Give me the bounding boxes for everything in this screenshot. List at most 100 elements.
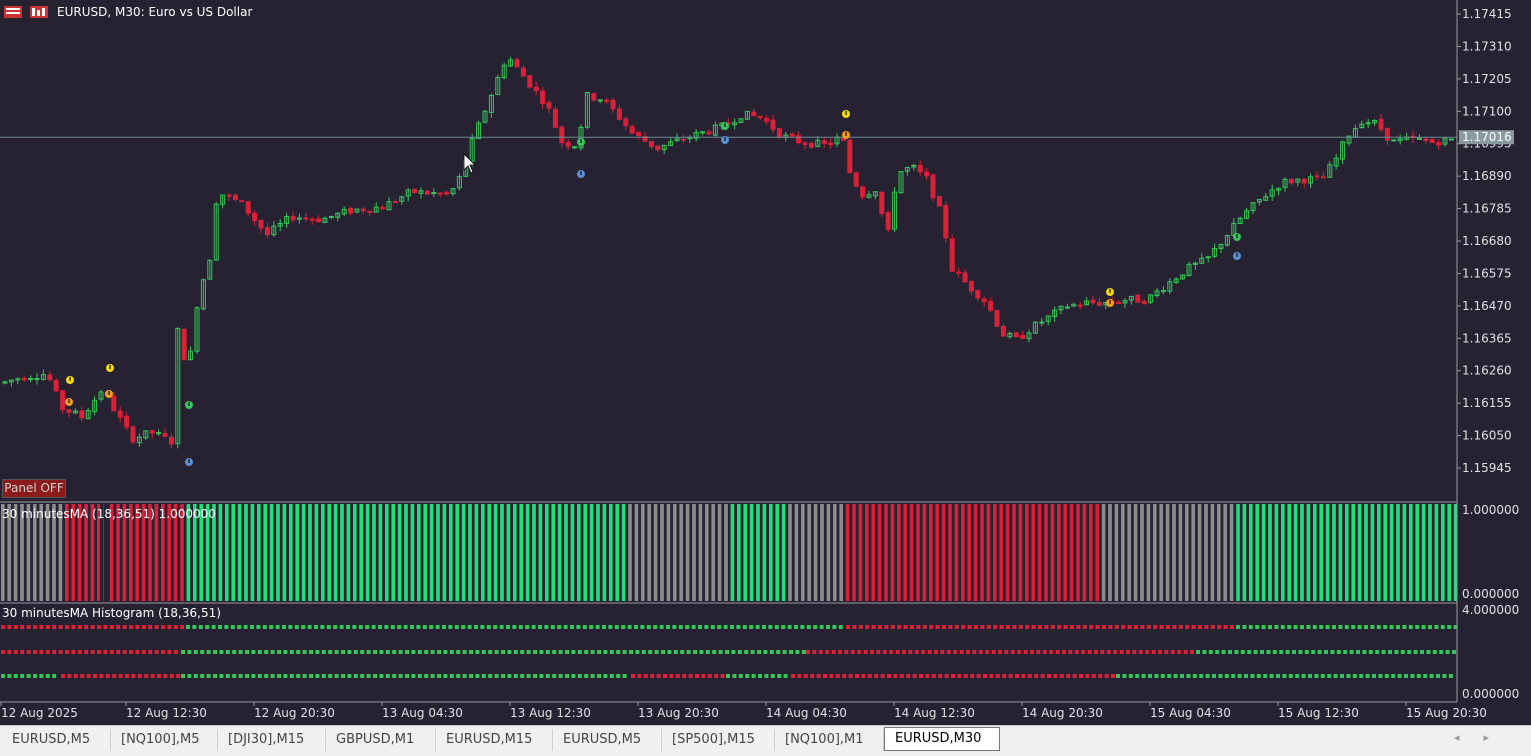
histogram-dot [1370, 625, 1375, 629]
ma-bar [525, 504, 530, 601]
histogram-dot [1, 674, 5, 678]
histogram-dot [634, 625, 638, 629]
tab-nq100-m5[interactable]: [NQ100],M5 [111, 729, 218, 751]
tab-eurusd-m15[interactable]: EURUSD,M15 [436, 729, 553, 751]
time-tick-label: 15 Aug 04:30 [1150, 706, 1231, 720]
histogram-dot [417, 650, 422, 654]
ma-bar [397, 504, 402, 601]
histogram-dot [422, 625, 427, 629]
histogram-dot [1031, 625, 1036, 629]
histogram-dot [193, 650, 198, 654]
histogram-dot [13, 674, 18, 678]
histogram-dot [609, 650, 614, 654]
candle-body [572, 146, 578, 149]
time-tick-label: 12 Aug 2025 [1, 706, 78, 720]
histogram-dot [294, 625, 299, 629]
histogram-dot [33, 625, 37, 629]
ma-bar [551, 504, 555, 601]
histogram-dot [749, 625, 754, 629]
histogram-dot [916, 625, 921, 629]
price-tick-label: 1.16890 [1462, 169, 1512, 183]
candle-body [444, 191, 450, 195]
price-tick-label: 1.17310 [1462, 39, 1512, 53]
candle-body [847, 139, 853, 174]
histogram-dot [1340, 674, 1344, 678]
ma-bar [807, 504, 811, 601]
histogram-dot [1082, 625, 1087, 629]
histogram-dot [688, 674, 693, 678]
histogram-dot [262, 625, 267, 629]
ma-bar [449, 504, 453, 601]
histogram-dot [770, 674, 775, 678]
histogram-dot [673, 650, 678, 654]
chart-icons [4, 5, 50, 22]
candle-body [764, 118, 770, 122]
tab-gbpusd-m1[interactable]: GBPUSD,M1 [326, 729, 436, 751]
histogram-dot [1126, 650, 1130, 654]
tab-eurusd-m5-2[interactable]: EURUSD,M5 [553, 729, 662, 751]
histogram-dot [245, 650, 249, 654]
tab-dji30-m15[interactable]: [DJI30],M15 [218, 729, 326, 751]
histogram-dot [1429, 674, 1434, 678]
histogram-dot [838, 650, 842, 654]
tab-nq100-m1[interactable]: [NQ100],M1 [775, 729, 884, 751]
histogram-dot [544, 625, 549, 629]
candle-body [1391, 139, 1397, 142]
chart-area[interactable]: 1.174151.173101.172051.171001.169951.168… [0, 0, 1531, 755]
ma-bar [903, 504, 907, 601]
ma-bar [1063, 504, 1067, 601]
histogram-dot [983, 674, 987, 678]
ma-bar [340, 504, 344, 601]
panel-off-button[interactable]: Panel OFF [2, 479, 66, 498]
histogram-dot [417, 674, 422, 678]
candle-body [789, 133, 795, 137]
histogram-dot [1154, 674, 1159, 678]
ma-bar [589, 504, 594, 601]
histogram-dot [269, 625, 274, 629]
histogram-dot [26, 625, 31, 629]
histogram-dot [1276, 674, 1280, 678]
histogram-dot [797, 674, 802, 678]
histogram-dot [650, 674, 655, 678]
histogram-dot [144, 674, 149, 678]
histogram-dot [125, 674, 129, 678]
histogram-dot [643, 674, 648, 678]
histogram-dot [1170, 650, 1175, 654]
ma-bar [1300, 504, 1304, 601]
histogram-dot [1164, 650, 1169, 654]
histogram-dot [1100, 650, 1105, 654]
histogram-dot [176, 674, 181, 678]
histogram-dot [1199, 674, 1204, 678]
histogram-dot [1204, 625, 1209, 629]
histogram-dot [819, 625, 824, 629]
histogram-dot [570, 625, 574, 629]
histogram-dot [1234, 650, 1239, 654]
tab-eurusd-m5[interactable]: EURUSD,M5 [2, 729, 111, 751]
histogram-dot [948, 625, 953, 629]
histogram-dot [552, 650, 557, 654]
price-tick-label: 1.16260 [1462, 364, 1512, 378]
ma-bar [1005, 504, 1010, 601]
tab-eurusd-m30[interactable]: EURUSD,M30 [884, 727, 1000, 751]
ma-bar [564, 504, 568, 601]
histogram-dot [39, 674, 44, 678]
axes: 1.174151.173101.172051.171001.169951.168… [0, 0, 1519, 720]
histogram-dot [411, 650, 416, 654]
histogram-dot [129, 625, 133, 629]
tab-scroll-arrows[interactable]: ◂▸ [1454, 731, 1513, 744]
ma-bar [513, 504, 517, 601]
signal-arrow-stem [188, 459, 190, 463]
histogram-dot [154, 625, 159, 629]
candle-body [706, 131, 712, 135]
histogram-dot [45, 650, 50, 654]
ma-bar [1191, 504, 1195, 601]
ma-bar [1133, 504, 1138, 601]
histogram-dot [806, 625, 811, 629]
ma-bar [634, 504, 639, 601]
histogram-dot [93, 674, 97, 678]
signal-arrow-stem [580, 171, 582, 175]
histogram-dot [1036, 650, 1041, 654]
histogram-dot [341, 650, 345, 654]
candle-body [303, 217, 309, 220]
tab-sp500-m15[interactable]: [SP500],M15 [662, 729, 775, 751]
